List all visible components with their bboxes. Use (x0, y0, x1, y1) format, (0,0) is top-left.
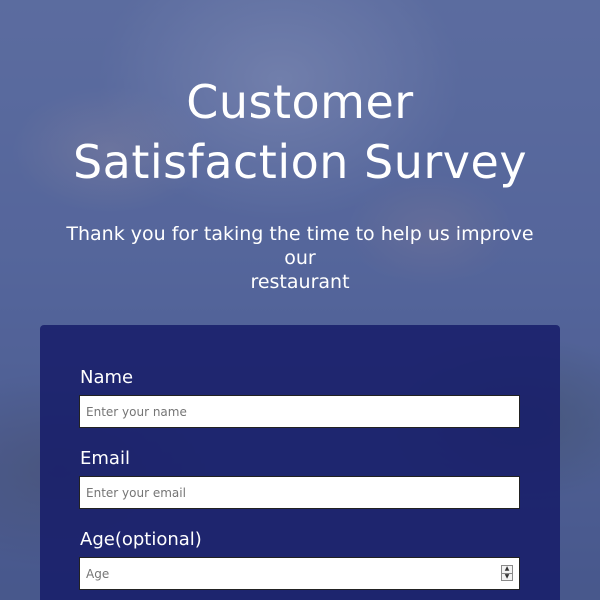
name-label: Name (80, 367, 134, 388)
age-stepper[interactable]: ▲ ▼ (501, 565, 513, 581)
name-input[interactable] (79, 395, 520, 428)
page-header: Customer Satisfaction Survey Thank you f… (0, 72, 600, 293)
triangle-down-icon[interactable]: ▼ (502, 572, 512, 581)
page-title-line-2: Satisfaction Survey (72, 135, 528, 189)
email-label: Email (80, 448, 130, 469)
page-subtitle-line-1: Thank you for taking the time to help us… (66, 223, 534, 269)
page-subtitle: Thank you for taking the time to help us… (50, 222, 550, 294)
page-title-line-1: Customer (186, 75, 414, 129)
age-field: ▲ ▼ (79, 557, 520, 590)
survey-form: Name Email Age(optional) ▲ ▼ (40, 325, 560, 600)
age-input[interactable] (79, 557, 520, 590)
age-label: Age(optional) (80, 529, 202, 550)
email-input[interactable] (79, 476, 520, 509)
page-title: Customer Satisfaction Survey (0, 72, 600, 192)
page-subtitle-line-2: restaurant (250, 271, 350, 293)
